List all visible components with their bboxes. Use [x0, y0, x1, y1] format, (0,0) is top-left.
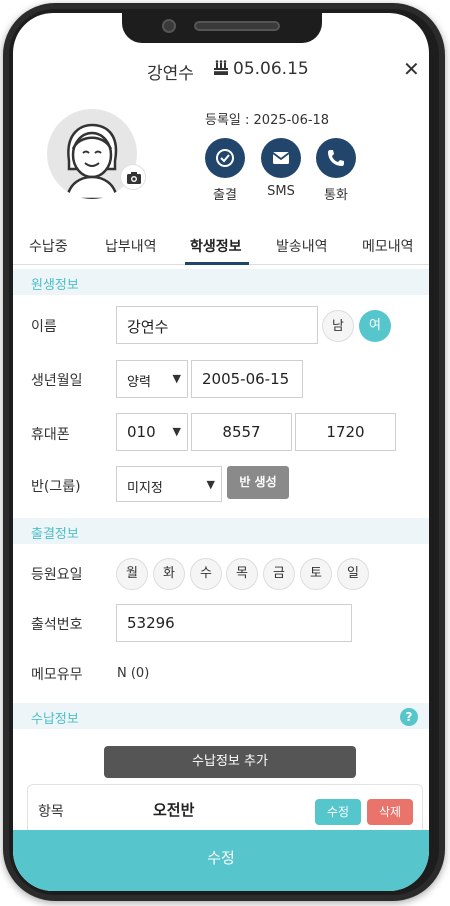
birthdate-field[interactable]: 2005-06-15 — [191, 360, 303, 398]
action-label: 통화 — [324, 188, 348, 203]
name-field[interactable]: 강연수 — [116, 306, 318, 344]
add-payment-button[interactable]: 수납정보 추가 — [104, 746, 356, 778]
attendance-days-label: 등원요일 — [31, 567, 83, 583]
camera-icon — [127, 172, 141, 184]
check-icon — [205, 138, 245, 178]
student-name: 강연수 — [147, 64, 194, 84]
birth-label: 생년월일 — [31, 373, 83, 389]
attendance-number-field[interactable]: 53296 — [116, 604, 352, 642]
phone-middle-field[interactable]: 8557 — [191, 413, 292, 451]
student-birthday: 05.06.15 — [233, 59, 309, 79]
tab-payment-history[interactable]: 납부내역 — [105, 236, 157, 256]
calendar-type-value: 양력 — [127, 375, 151, 390]
close-icon[interactable]: ✕ — [403, 57, 420, 81]
mail-icon — [261, 138, 301, 178]
day-thu-button[interactable]: 목 — [226, 558, 258, 590]
name-label: 이름 — [31, 319, 57, 335]
gender-male-button[interactable]: 남 — [322, 310, 354, 342]
memo-label: 메모유무 — [31, 667, 83, 683]
create-class-button[interactable]: 반 생성 — [227, 466, 289, 499]
action-label: 출결 — [213, 188, 237, 203]
sms-action-button[interactable]: SMS — [251, 138, 311, 199]
chevron-down-icon: ▼ — [172, 425, 181, 438]
memo-value: N (0) — [117, 666, 150, 681]
phone-icon — [316, 138, 356, 178]
camera-button[interactable] — [120, 164, 146, 190]
submit-edit-button[interactable]: 수정 — [13, 830, 429, 891]
section-header-payment: 수납정보 — [13, 703, 429, 729]
call-action-button[interactable]: 통화 — [306, 138, 366, 203]
calendar-type-select[interactable]: 양력 ▼ — [116, 360, 188, 398]
attendance-action-button[interactable]: 출결 — [195, 138, 255, 203]
phone-prefix-value: 010 — [127, 423, 156, 441]
registered-date: 등록일 : 2025-06-18 — [205, 113, 330, 128]
day-wed-button[interactable]: 수 — [190, 558, 222, 590]
tab-bar: 수납중 납부내역 학생정보 발송내역 메모내역 — [13, 229, 429, 265]
payment-item-label: 항목 — [38, 804, 64, 820]
class-group-value: 미지정 — [127, 481, 163, 496]
gender-female-button[interactable]: 여 — [359, 310, 391, 342]
help-icon[interactable]: ? — [400, 708, 418, 726]
birthday-cake-icon — [214, 60, 228, 75]
section-header-student: 원생정보 — [13, 269, 429, 295]
student-header: 강연수 05.06.15 ✕ — [13, 53, 429, 87]
day-sat-button[interactable]: 토 — [300, 558, 332, 590]
active-tab-indicator — [185, 262, 249, 265]
class-label: 반(그룹) — [31, 479, 81, 495]
attendance-number-label: 출석번호 — [31, 617, 83, 633]
day-sun-button[interactable]: 일 — [337, 558, 369, 590]
payment-item-value: 오전반 — [153, 801, 195, 819]
tab-send-history[interactable]: 발송내역 — [276, 236, 328, 256]
day-mon-button[interactable]: 월 — [116, 558, 148, 590]
phone-last-field[interactable]: 1720 — [295, 413, 396, 451]
earpiece-speaker — [194, 21, 280, 31]
phone-notch — [122, 13, 322, 43]
phone-label: 휴대폰 — [31, 427, 70, 443]
action-label: SMS — [267, 184, 295, 199]
tab-student-info[interactable]: 학생정보 — [190, 236, 242, 256]
day-fri-button[interactable]: 금 — [263, 558, 295, 590]
tab-memo-history[interactable]: 메모내역 — [362, 236, 414, 256]
edit-payment-button[interactable]: 수정 — [315, 799, 361, 825]
tab-unpaid[interactable]: 수납중 — [29, 236, 68, 256]
day-tue-button[interactable]: 화 — [153, 558, 185, 590]
front-camera — [162, 19, 176, 33]
chevron-down-icon: ▼ — [172, 372, 181, 385]
phone-prefix-select[interactable]: 010 ▼ — [116, 413, 188, 451]
chevron-down-icon: ▼ — [206, 478, 215, 491]
delete-payment-button[interactable]: 삭제 — [367, 799, 413, 825]
app-screen: 강연수 05.06.15 ✕ 등록일: 2025-06-18 출결 SMS 통… — [13, 13, 429, 891]
class-group-select[interactable]: 미지정 ▼ — [116, 466, 222, 502]
section-header-attendance: 출결정보 — [13, 518, 429, 544]
